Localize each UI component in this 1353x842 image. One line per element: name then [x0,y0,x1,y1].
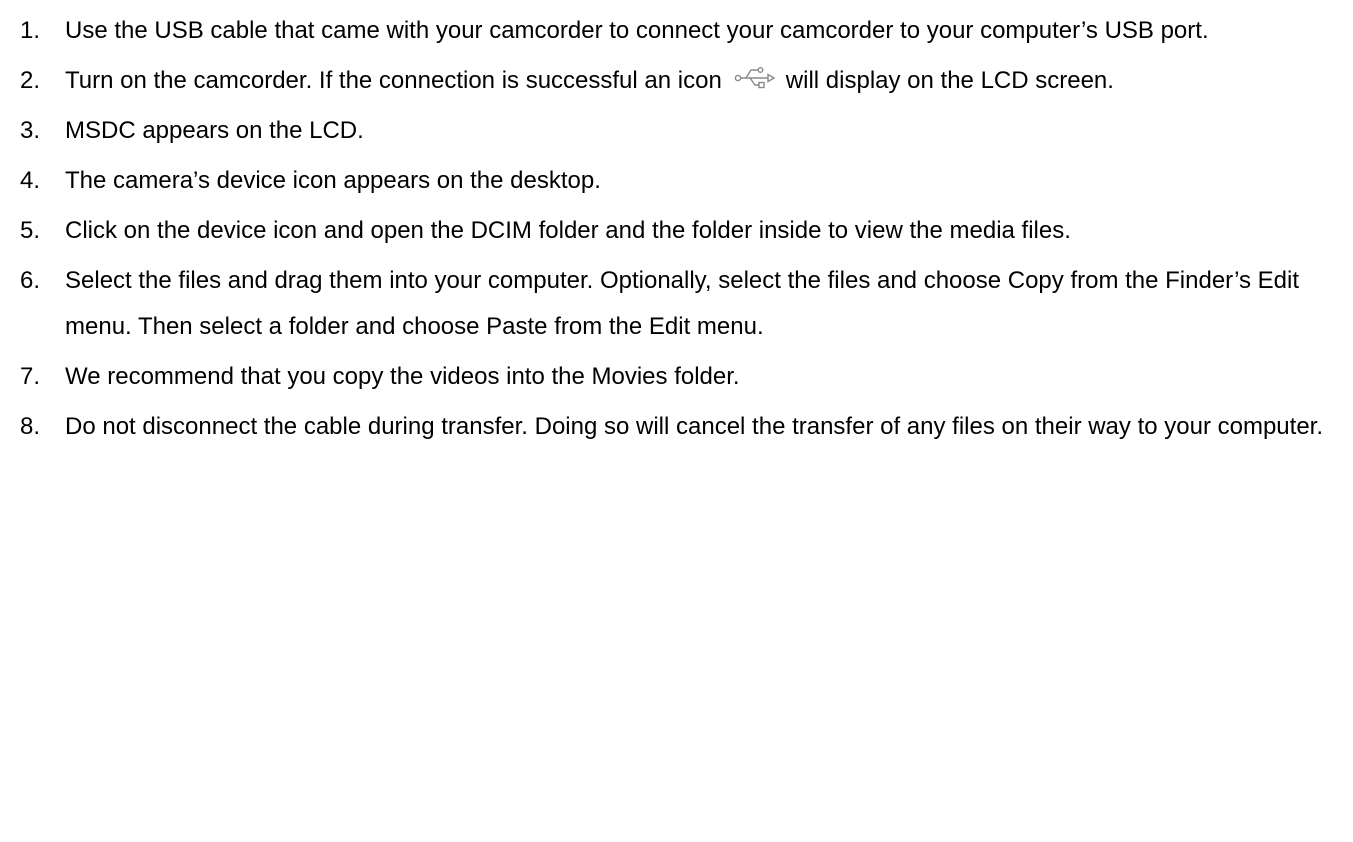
step-text: Do not disconnect the cable during trans… [65,413,1323,440]
step-text: Turn on the camcorder. If the connection… [65,58,1353,104]
step-text: MSDC appears on the LCD. [65,117,364,144]
document-page: 1. Use the USB cable that came with your… [0,0,1353,842]
step-number: 5. [20,217,41,244]
step-number: 8. [20,413,41,440]
list-item: 3. MSDC appears on the LCD. [0,108,1353,154]
step-number: 3. [20,117,41,144]
step-number: 1. [20,17,41,44]
list-item: 7. We recommend that you copy the videos… [0,354,1353,400]
step-text: We recommend that you copy the videos in… [65,363,740,390]
step-number: 2. [20,67,41,94]
step-text: Use the USB cable that came with your ca… [65,17,1209,44]
instruction-list: 1. Use the USB cable that came with your… [0,8,1353,454]
usb-icon [734,67,776,89]
list-item: 2. Turn on the camcorder. If the connect… [0,58,1353,104]
step-text: The camera’s device icon appears on the … [65,167,601,194]
step-number: 7. [20,363,41,390]
list-item: 5. Click on the device icon and open the… [0,208,1353,254]
list-item: 8. Do not disconnect the cable during tr… [0,404,1353,450]
list-item: 1. Use the USB cable that came with your… [0,8,1353,54]
step-number: 4. [20,167,41,194]
step-text: Click on the device icon and open the DC… [65,217,1071,244]
step-text-before-icon: Turn on the camcorder. If the connection… [65,67,722,94]
list-item: 6. Select the files and drag them into y… [0,258,1353,350]
step-number: 6. [20,267,41,294]
step-text-after-icon: will display on the LCD screen. [785,67,1114,94]
list-item: 4. The camera’s device icon appears on t… [0,158,1353,204]
step-text: Select the files and drag them into your… [65,267,1299,340]
